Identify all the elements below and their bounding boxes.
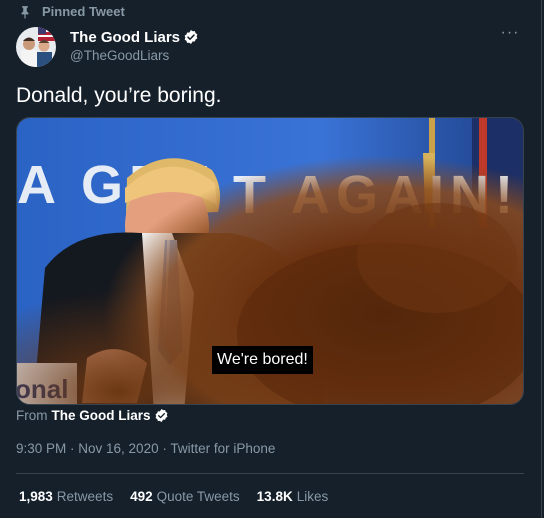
author-block[interactable]: The Good Liars @TheGoodLiars bbox=[70, 27, 199, 63]
media-attribution: From The Good Liars bbox=[16, 408, 169, 423]
tweet-detail: Pinned Tweet The Good Liars @TheGoodLiar… bbox=[0, 0, 542, 518]
author-handle[interactable]: @TheGoodLiars bbox=[70, 48, 199, 63]
tweet-timestamp[interactable]: 9:30 PM · Nov 16, 2020 · Twitter for iPh… bbox=[16, 441, 275, 456]
divider bbox=[16, 473, 524, 474]
from-account-link[interactable]: The Good Liars bbox=[52, 408, 151, 423]
from-label: From bbox=[16, 408, 48, 423]
avatar[interactable] bbox=[16, 27, 56, 67]
quote-tweets-stat[interactable]: 492 Quote Tweets bbox=[130, 489, 240, 504]
pin-icon bbox=[21, 5, 29, 19]
retweets-count: 1,983 bbox=[19, 489, 53, 504]
author-name[interactable]: The Good Liars bbox=[70, 29, 180, 46]
likes-count: 13.8K bbox=[256, 489, 293, 504]
retweets-stat[interactable]: 1,983 Retweets bbox=[19, 489, 113, 504]
likes-label: Likes bbox=[296, 489, 329, 504]
verified-badge-icon bbox=[184, 30, 198, 44]
verified-badge-icon bbox=[155, 408, 167, 423]
likes-stat[interactable]: 13.8K Likes bbox=[257, 489, 329, 504]
more-options-icon[interactable]: ··· bbox=[499, 25, 521, 45]
pinned-indicator: Pinned Tweet bbox=[18, 4, 125, 19]
quote-tweets-label: Quote Tweets bbox=[156, 489, 240, 504]
pinned-label: Pinned Tweet bbox=[42, 4, 125, 19]
video-caption: We're bored! bbox=[212, 346, 313, 374]
retweets-label: Retweets bbox=[56, 489, 114, 504]
tweet-text: Donald, you’re boring. bbox=[16, 84, 222, 107]
engagement-stats: 1,983 Retweets 492 Quote Tweets 13.8K Likes bbox=[19, 489, 345, 504]
quote-tweets-count: 492 bbox=[130, 489, 153, 504]
